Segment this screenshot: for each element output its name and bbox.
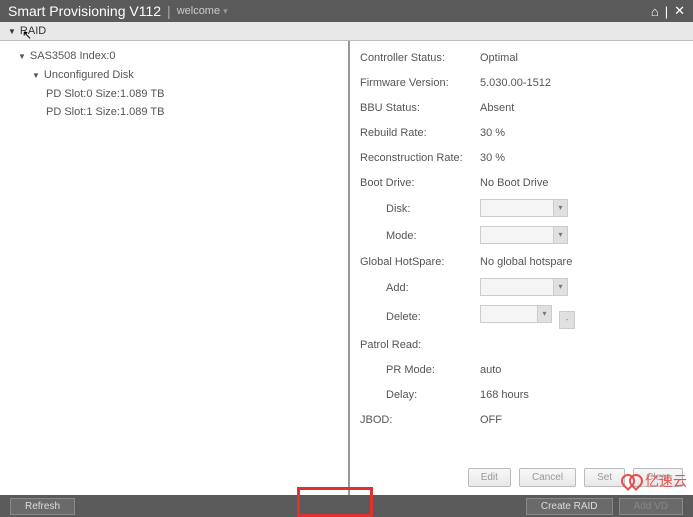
label-rebuild: Rebuild Rate: (360, 127, 480, 139)
tree-unconfigured[interactable]: ▼Unconfigured Disk (18, 68, 348, 83)
add-vd-button: Add VD (619, 498, 683, 515)
device-tree-panel: ▼SAS3508 Index:0 ▼Unconfigured Disk PD S… (0, 41, 350, 513)
row-recon: Reconstruction Rate: 30 % (360, 149, 683, 167)
app-header: Smart Provisioning V112 | welcome ▾ ⌂ | … (0, 0, 693, 22)
watermark: 亿速云 (621, 471, 687, 491)
value-hotspare: No global hotspare (480, 256, 683, 268)
chevron-down-icon: ▼ (32, 69, 40, 83)
chevron-down-icon: ▾ (553, 227, 567, 243)
app-title: Smart Provisioning V112 (8, 3, 161, 19)
welcome-dropdown-caret[interactable]: ▾ (223, 6, 228, 17)
value-bbu: Absent (480, 102, 683, 114)
row-jbod: JBOD: OFF (360, 411, 683, 429)
properties-panel: Controller Status: Optimal Firmware Vers… (350, 41, 693, 513)
label-prmode: PR Mode: (360, 364, 480, 376)
row-delete: Delete: ▾ - (360, 305, 683, 329)
add-dropdown[interactable]: ▾ (480, 278, 568, 296)
create-raid-button[interactable]: Create RAID (526, 498, 613, 515)
label-delay: Delay: (360, 389, 480, 401)
home-icon[interactable]: ⌂ (651, 4, 659, 19)
value-firmware: 5.030.00-1512 (480, 77, 683, 89)
value-prmode: auto (480, 364, 683, 376)
main-area: ▼SAS3508 Index:0 ▼Unconfigured Disk PD S… (0, 41, 693, 513)
row-boot: Boot Drive: No Boot Drive (360, 174, 683, 192)
refresh-button[interactable]: Refresh (10, 498, 75, 515)
value-jbod: OFF (480, 414, 683, 426)
chevron-down-icon: ▾ (553, 279, 567, 295)
delete-dropdown[interactable]: ▾ (480, 305, 552, 323)
row-bbu: BBU Status: Absent (360, 99, 683, 117)
label-delete: Delete: (360, 311, 480, 323)
mode-dropdown-value (481, 227, 553, 243)
section-header[interactable]: ▼ RAID (0, 22, 693, 41)
delete-dropdown-value (481, 306, 537, 322)
label-add: Add: (360, 282, 480, 294)
close-icon[interactable]: ✕ (674, 3, 685, 19)
mode-dropdown[interactable]: ▾ (480, 226, 568, 244)
row-controller-status: Controller Status: Optimal (360, 49, 683, 67)
section-title: RAID (20, 25, 46, 37)
label-controller-status: Controller Status: (360, 52, 480, 64)
header-divider: | (665, 4, 668, 19)
row-disk: Disk: ▾ (360, 199, 683, 219)
tree-pd-slot0[interactable]: PD Slot:0 Size:1.089 TB (18, 87, 348, 101)
label-recon: Reconstruction Rate: (360, 152, 480, 164)
chevron-down-icon: ▼ (8, 27, 16, 36)
watermark-text: 亿速云 (645, 471, 687, 491)
value-delay: 168 hours (480, 389, 683, 401)
label-hotspare: Global HotSpare: (360, 256, 480, 268)
minus-icon: - (560, 312, 574, 328)
header-icon-group: ⌂ | ✕ (651, 3, 685, 19)
row-add: Add: ▾ (360, 278, 683, 298)
label-mode: Mode: (360, 230, 480, 242)
value-recon: 30 % (480, 152, 683, 164)
chevron-down-icon: ▾ (553, 200, 567, 216)
label-jbod: JBOD: (360, 414, 480, 426)
welcome-label: welcome (177, 5, 220, 17)
value-rebuild: 30 % (480, 127, 683, 139)
add-dropdown-value (481, 279, 553, 295)
chevron-down-icon: ▼ (18, 50, 26, 64)
label-disk: Disk: (360, 203, 480, 215)
disk-dropdown-value (481, 200, 553, 216)
row-hotspare: Global HotSpare: No global hotspare (360, 253, 683, 271)
set-button[interactable]: Set (584, 468, 625, 487)
disk-dropdown[interactable]: ▾ (480, 199, 568, 217)
tree-controller[interactable]: ▼SAS3508 Index:0 (18, 49, 348, 64)
label-bbu: BBU Status: (360, 102, 480, 114)
value-boot: No Boot Drive (480, 177, 683, 189)
cancel-button[interactable]: Cancel (519, 468, 576, 487)
row-prmode: PR Mode: auto (360, 361, 683, 379)
footer-bar: Refresh Create RAID Add VD (0, 495, 693, 517)
cloud-logo-icon (621, 474, 641, 488)
edit-button[interactable]: Edit (468, 468, 511, 487)
row-rebuild: Rebuild Rate: 30 % (360, 124, 683, 142)
chevron-down-icon: ▾ (537, 306, 551, 322)
label-patrol: Patrol Read: (360, 339, 480, 351)
value-controller-status: Optimal (480, 52, 683, 64)
row-firmware: Firmware Version: 5.030.00-1512 (360, 74, 683, 92)
header-separator: | (167, 3, 171, 19)
delete-action-button[interactable]: - (559, 311, 575, 329)
tree-pd-slot1[interactable]: PD Slot:1 Size:1.089 TB (18, 105, 348, 119)
label-firmware: Firmware Version: (360, 77, 480, 89)
row-delay: Delay: 168 hours (360, 386, 683, 404)
label-boot: Boot Drive: (360, 177, 480, 189)
footer-right-group: Create RAID Add VD (526, 498, 683, 515)
row-patrol: Patrol Read: (360, 336, 683, 354)
row-mode: Mode: ▾ (360, 226, 683, 246)
